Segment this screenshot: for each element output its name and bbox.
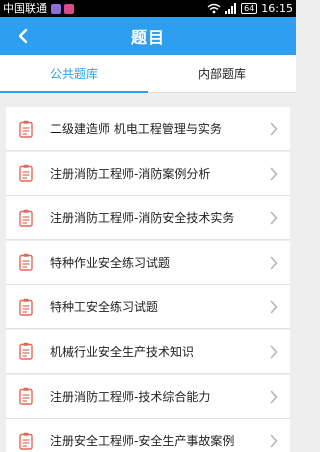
tab-label: 公共题库 [49, 67, 98, 81]
list-item-label: 注册消防工程师-技术综合能力 [50, 389, 211, 404]
clipboard-icon [19, 343, 33, 361]
tab-bar: 公共题库 内部题库 [0, 55, 296, 93]
chevron-right-icon [270, 301, 278, 314]
tab-public-bank[interactable]: 公共题库 [0, 55, 148, 93]
tab-label: 内部题库 [197, 67, 246, 81]
chevron-right-icon [270, 167, 278, 180]
chevron-right-icon [270, 256, 278, 270]
list-item[interactable]: 注册消防工程师-消防安全技术实务 [6, 196, 290, 241]
tab-internal-bank[interactable]: 内部题库 [148, 55, 296, 92]
wifi-icon [207, 3, 221, 14]
clipboard-icon [19, 298, 33, 316]
notification-app-icon [51, 3, 61, 14]
chevron-right-icon [270, 434, 278, 448]
list-item[interactable]: 注册消防工程师-技术综合能力 [6, 374, 290, 419]
clipboard-icon [19, 432, 33, 450]
list-item[interactable]: 注册安全工程师-安全生产事故案例 [6, 419, 290, 452]
list-item[interactable]: 二级建造师 机电工程管理与实务 [6, 107, 290, 151]
clipboard-icon [19, 254, 33, 271]
list-item[interactable]: 注册消防工程师-消防案例分析 [6, 151, 290, 196]
list-item-label: 特种工安全练习试题 [50, 300, 159, 315]
chevron-right-icon [270, 345, 278, 359]
clock: 16:15 [261, 2, 293, 15]
status-bar: 中国联通 64 16:15 [0, 0, 296, 17]
title-bar: 题目 [0, 17, 296, 55]
chevron-right-icon [270, 122, 278, 136]
back-button[interactable] [10, 17, 36, 55]
clipboard-icon [19, 387, 33, 405]
chevron-right-icon [270, 211, 278, 225]
carrier-name: 中国联通 [3, 2, 47, 15]
list-item-label: 二级建造师 机电工程管理与实务 [50, 122, 222, 136]
notification-alert-icon [64, 3, 74, 14]
chevron-left-icon [18, 28, 28, 44]
list-item[interactable]: 特种工安全练习试题 [6, 285, 290, 330]
clipboard-icon [19, 120, 33, 138]
list-item-label: 注册安全工程师-安全生产事故案例 [50, 434, 235, 449]
battery-icon: 64 [241, 3, 258, 14]
page-title: 题目 [130, 28, 165, 47]
list-item-label: 特种作业安全练习试题 [50, 255, 171, 270]
list-item-label: 机械行业安全生产技术知识 [50, 344, 195, 359]
chevron-right-icon [270, 390, 278, 403]
list-item-label: 注册消防工程师-消防安全技术实务 [50, 211, 235, 226]
list-item[interactable]: 特种作业安全练习试题 [6, 240, 290, 285]
list-item-label: 注册消防工程师-消防案例分析 [50, 166, 211, 181]
list-item[interactable]: 机械行业安全生产技术知识 [6, 329, 290, 374]
clipboard-icon [19, 164, 33, 182]
exam-list: 二级建造师 机电工程管理与实务 注册消防工程师-消防案例分析 注册消防工程师-消… [6, 107, 290, 452]
clipboard-icon [19, 209, 33, 227]
signal-icon [225, 3, 237, 14]
